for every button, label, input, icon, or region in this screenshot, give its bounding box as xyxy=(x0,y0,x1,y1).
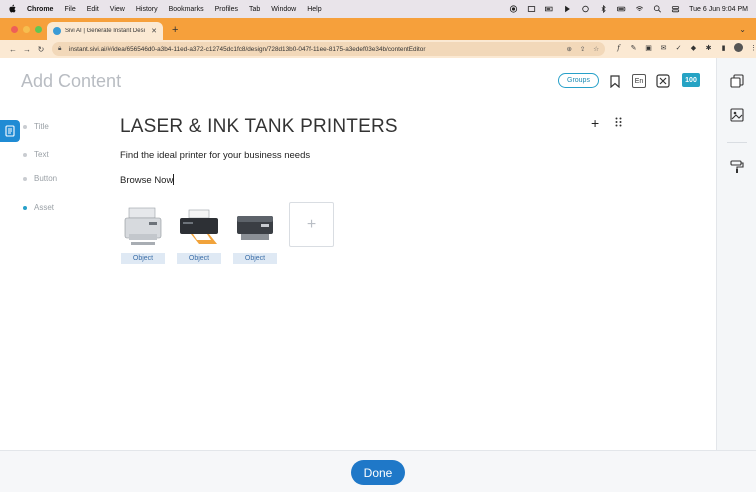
rail-divider xyxy=(727,142,747,143)
control-center-icon[interactable] xyxy=(671,5,680,13)
language-button[interactable]: En xyxy=(632,73,646,89)
play-icon[interactable] xyxy=(563,5,572,13)
minimize-window-button[interactable] xyxy=(23,26,30,33)
sidebar-toggle-icon[interactable]: ▮ xyxy=(719,43,728,52)
copy-pages-icon[interactable] xyxy=(730,74,744,88)
mail-extension-icon[interactable]: ✉ xyxy=(659,43,668,52)
apple-logo-icon[interactable] xyxy=(8,4,17,14)
check-extension-icon[interactable]: ✓ xyxy=(674,43,683,52)
back-arrow-icon[interactable]: ← xyxy=(6,45,20,54)
translate-icon[interactable] xyxy=(656,73,670,89)
browser-tab-active[interactable]: Sivi AI | Generate Instant Desi ✕ xyxy=(47,22,163,40)
more-menu-icon[interactable]: ⋮ xyxy=(749,43,756,52)
inkjet-printer-image-icon xyxy=(180,209,218,244)
menu-tab[interactable]: Tab xyxy=(249,6,260,13)
text-input[interactable]: Find the ideal printer for your business… xyxy=(120,150,310,161)
diamond-extension-icon[interactable]: ◆ xyxy=(689,43,698,52)
text-cursor xyxy=(173,174,175,185)
window-extension-icon[interactable]: ▣ xyxy=(644,43,653,52)
menu-window[interactable]: Window xyxy=(271,6,296,13)
extensions-area: f ✎ ▣ ✉ ✓ ◆ ✱ ▮ ⋮ xyxy=(614,43,756,52)
wifi-icon[interactable] xyxy=(635,5,644,13)
battery-icon[interactable] xyxy=(545,5,554,13)
address-bar-actions: ⊕ ⇪ ☆ xyxy=(567,45,599,53)
function-extension-icon[interactable]: f xyxy=(614,43,623,52)
page-title: Add Content xyxy=(21,71,122,91)
done-button[interactable]: Done xyxy=(351,460,405,485)
menu-history[interactable]: History xyxy=(136,6,158,13)
lock-icon[interactable]: 🔒︎ xyxy=(58,45,64,53)
button-text-input[interactable]: Browse Now xyxy=(120,174,175,186)
zoom-window-button[interactable] xyxy=(35,26,42,33)
score-badge[interactable]: 100 xyxy=(682,73,700,87)
button-text-value: Browse Now xyxy=(120,175,174,186)
field-label-button: Button xyxy=(34,174,58,183)
browser-toolbar: ← → ↻ 🔒︎ instant.sivi.ai/#/idea/656546d0… xyxy=(0,40,756,58)
url-text[interactable]: instant.sivi.ai/#/idea/656546d0-a3b4-11e… xyxy=(69,46,561,53)
asset-item-1[interactable]: Object xyxy=(121,204,165,264)
menu-app-name[interactable]: Chrome xyxy=(27,6,53,13)
new-tab-button[interactable]: + xyxy=(172,24,178,36)
button-field-dot xyxy=(23,177,27,181)
screen-icon[interactable] xyxy=(527,5,536,13)
asset-item-3[interactable]: Object xyxy=(233,204,277,264)
right-tool-rail xyxy=(716,58,756,450)
record-icon[interactable] xyxy=(509,5,518,13)
groups-button[interactable]: Groups xyxy=(558,73,599,88)
field-label-title: Title xyxy=(34,122,49,131)
menu-help[interactable]: Help xyxy=(307,6,321,13)
field-label-text: Text xyxy=(34,150,49,159)
address-bar[interactable]: 🔒︎ instant.sivi.ai/#/idea/656546d0-a3b4-… xyxy=(52,42,605,56)
status-area: Tue 6 Jun 9:04 PM xyxy=(509,5,748,13)
tank-printer-image-icon xyxy=(237,216,273,240)
puzzle-extensions-icon[interactable]: ✱ xyxy=(704,43,713,52)
document-icon xyxy=(5,125,15,137)
title-input[interactable]: LASER & INK TANK PRINTERS xyxy=(120,116,398,138)
os-menubar: Chrome File Edit View History Bookmarks … xyxy=(0,0,756,18)
spotlight-search-icon[interactable] xyxy=(653,5,662,13)
app-content-editor: Add Content Groups En 100 Title Text But… xyxy=(0,58,756,492)
close-window-button[interactable] xyxy=(11,26,18,33)
menu-bookmarks[interactable]: Bookmarks xyxy=(169,6,204,13)
tab-close-icon[interactable]: ✕ xyxy=(151,27,157,35)
language-label: En xyxy=(632,74,646,88)
menu-profiles[interactable]: Profiles xyxy=(215,6,238,13)
add-element-button[interactable]: + xyxy=(591,115,599,131)
asset-label: Object xyxy=(121,253,165,264)
menu-edit[interactable]: Edit xyxy=(87,6,99,13)
tab-title: Sivi AI | Generate Instant Desi xyxy=(65,28,145,34)
sync-icon[interactable] xyxy=(581,5,590,13)
sivi-favicon-icon xyxy=(53,27,61,35)
edit-extension-icon[interactable]: ✎ xyxy=(629,43,638,52)
tab-search-chevron-icon[interactable]: ⌄ xyxy=(739,25,746,34)
bluetooth-icon[interactable] xyxy=(599,5,608,13)
asset-field-dot xyxy=(23,206,27,210)
battery-level-icon[interactable] xyxy=(617,5,626,13)
reload-icon[interactable]: ↻ xyxy=(34,45,48,54)
menu-view[interactable]: View xyxy=(110,6,125,13)
field-label-asset: Asset xyxy=(34,203,55,212)
footer-bar: Done xyxy=(0,450,756,492)
profile-avatar[interactable] xyxy=(734,43,743,52)
zoom-icon[interactable]: ⊕ xyxy=(567,45,572,53)
drag-handle-icon[interactable] xyxy=(615,117,622,127)
asset-label: Object xyxy=(177,253,221,264)
content-panel-tab[interactable] xyxy=(0,120,20,142)
share-icon[interactable]: ⇪ xyxy=(580,45,585,53)
image-icon[interactable] xyxy=(730,108,744,122)
menu-file[interactable]: File xyxy=(64,6,75,13)
bookmark-icon[interactable] xyxy=(608,73,622,89)
clock[interactable]: Tue 6 Jun 9:04 PM xyxy=(689,6,748,13)
laser-printer-image-icon xyxy=(124,207,162,245)
forward-arrow-icon[interactable]: → xyxy=(20,45,34,54)
paint-format-icon[interactable] xyxy=(730,160,744,174)
asset-item-2[interactable]: Object xyxy=(177,204,221,264)
title-field-dot xyxy=(23,125,27,129)
browser-tab-strip: Sivi AI | Generate Instant Desi ✕ + ⌄ xyxy=(0,18,756,40)
text-field-dot xyxy=(23,153,27,157)
asset-label: Object xyxy=(233,253,277,264)
add-asset-button[interactable]: + xyxy=(289,202,334,247)
bookmark-star-icon[interactable]: ☆ xyxy=(593,45,599,53)
